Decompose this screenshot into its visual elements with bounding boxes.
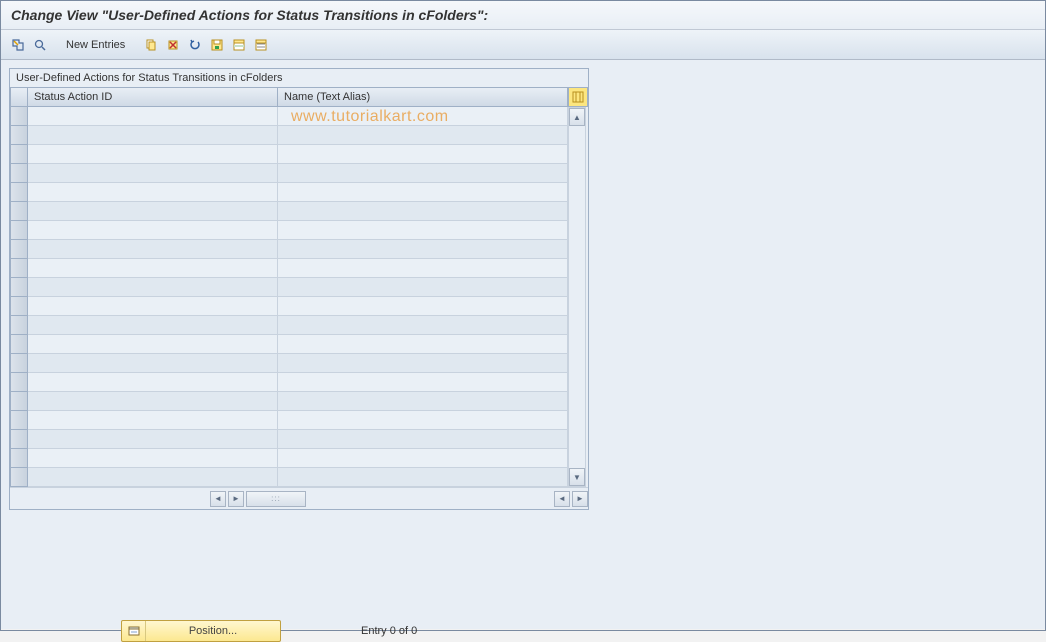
table-cell[interactable] — [278, 373, 568, 392]
table-cell[interactable] — [28, 240, 278, 259]
table-cell[interactable] — [278, 164, 568, 183]
table-cell[interactable] — [28, 316, 278, 335]
table-cell[interactable] — [28, 411, 278, 430]
row-selector[interactable] — [10, 107, 28, 126]
table-panel: User-Defined Actions for Status Transiti… — [9, 68, 589, 510]
scroll-up-button[interactable]: ▲ — [569, 108, 585, 126]
table-cell[interactable] — [278, 430, 568, 449]
row-selector[interactable] — [10, 126, 28, 145]
save-icon[interactable] — [208, 36, 226, 54]
deselect-all-icon[interactable] — [252, 36, 270, 54]
table-cell[interactable] — [278, 259, 568, 278]
table-cell[interactable] — [28, 468, 278, 487]
row-selector[interactable] — [10, 278, 28, 297]
table-cell[interactable] — [28, 392, 278, 411]
row-selector[interactable] — [10, 240, 28, 259]
table-cell[interactable] — [278, 449, 568, 468]
scroll-left-end-button[interactable]: ◄ — [554, 491, 570, 507]
table-cell[interactable] — [278, 411, 568, 430]
table-cell[interactable] — [278, 316, 568, 335]
entry-count-text: Entry 0 of 0 — [361, 625, 417, 637]
table-cell[interactable] — [28, 354, 278, 373]
table-cell[interactable] — [278, 468, 568, 487]
row-selector[interactable] — [10, 316, 28, 335]
page-title: Change View "User-Defined Actions for St… — [1, 1, 1045, 30]
table-cell[interactable] — [28, 373, 278, 392]
row-selector[interactable] — [10, 411, 28, 430]
find-icon[interactable] — [31, 36, 49, 54]
column-header-name-text-alias[interactable]: Name (Text Alias) — [278, 87, 568, 107]
table-cell[interactable] — [28, 183, 278, 202]
row-selector[interactable] — [10, 468, 28, 487]
panel-title: User-Defined Actions for Status Transiti… — [10, 69, 588, 87]
toggle-icon[interactable] — [9, 36, 27, 54]
delete-icon[interactable] — [164, 36, 182, 54]
scroll-right-button[interactable]: ► — [228, 491, 244, 507]
table-cell[interactable] — [278, 145, 568, 164]
select-all-rows[interactable] — [10, 87, 28, 107]
horizontal-scroll-thumb[interactable]: ::: — [246, 491, 306, 507]
scroll-down-button[interactable]: ▼ — [569, 468, 585, 486]
column-header-status-action-id[interactable]: Status Action ID — [28, 87, 278, 107]
table-cell[interactable] — [28, 335, 278, 354]
table-cell[interactable] — [278, 278, 568, 297]
row-selector[interactable] — [10, 183, 28, 202]
row-selector[interactable] — [10, 259, 28, 278]
row-selector[interactable] — [10, 430, 28, 449]
toolbar: New Entries — [1, 30, 1045, 60]
select-all-icon[interactable] — [230, 36, 248, 54]
table-cell[interactable] — [28, 221, 278, 240]
position-button[interactable]: Position... — [121, 620, 281, 642]
toolbar-separator — [135, 36, 136, 54]
table-cell[interactable] — [278, 392, 568, 411]
table-cell[interactable] — [28, 278, 278, 297]
table-cell[interactable] — [278, 221, 568, 240]
table-cell[interactable] — [28, 449, 278, 468]
row-selector[interactable] — [10, 202, 28, 221]
row-selector[interactable] — [10, 335, 28, 354]
row-selector[interactable] — [10, 221, 28, 240]
table-cell[interactable] — [28, 145, 278, 164]
table-cell[interactable] — [278, 297, 568, 316]
copy-icon[interactable] — [142, 36, 160, 54]
table-cell[interactable] — [278, 183, 568, 202]
scroll-left-button[interactable]: ◄ — [210, 491, 226, 507]
scroll-right-end-button[interactable]: ► — [572, 491, 588, 507]
row-selector[interactable] — [10, 354, 28, 373]
table-cell[interactable] — [28, 297, 278, 316]
row-selector-column — [10, 87, 28, 487]
row-selector[interactable] — [10, 145, 28, 164]
position-icon — [122, 621, 146, 641]
table-cell[interactable] — [278, 240, 568, 259]
vertical-scrollbar[interactable] — [569, 126, 585, 468]
table-cell[interactable] — [28, 164, 278, 183]
row-selector[interactable] — [10, 373, 28, 392]
row-selector[interactable] — [10, 392, 28, 411]
table-cell[interactable] — [278, 354, 568, 373]
new-entries-button[interactable]: New Entries — [62, 39, 129, 51]
row-selector[interactable] — [10, 449, 28, 468]
table-cell[interactable] — [278, 335, 568, 354]
table-cell[interactable] — [28, 126, 278, 145]
table-cell[interactable] — [278, 126, 568, 145]
table-cell[interactable] — [28, 107, 278, 126]
table-cell[interactable] — [28, 259, 278, 278]
table-cell[interactable] — [278, 202, 568, 221]
row-selector[interactable] — [10, 297, 28, 316]
horizontal-scrollbar-area: ◄ ► ::: ◄ ► — [10, 487, 588, 509]
toolbar-separator — [55, 36, 56, 54]
configure-columns-button[interactable] — [568, 87, 588, 107]
undo-icon[interactable] — [186, 36, 204, 54]
content-area: www.tutorialkart.com User-Defined Action… — [1, 60, 1045, 629]
table-cell[interactable] — [28, 430, 278, 449]
table-cell[interactable] — [28, 202, 278, 221]
position-label: Position... — [146, 625, 280, 637]
table-cell[interactable] — [278, 107, 568, 126]
row-selector[interactable] — [10, 164, 28, 183]
